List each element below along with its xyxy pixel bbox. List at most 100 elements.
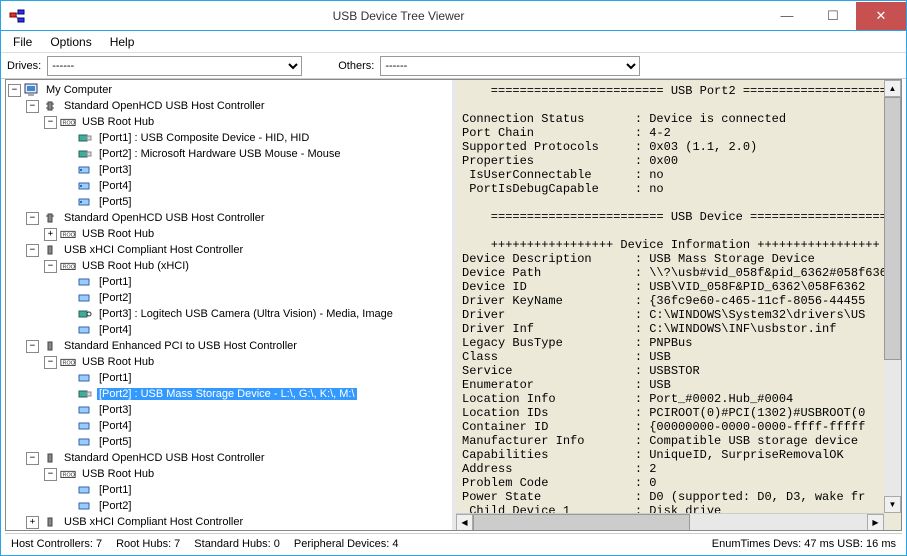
scroll-track[interactable]: [473, 514, 867, 531]
expander-icon[interactable]: −: [26, 100, 39, 113]
expander-icon[interactable]: +: [26, 516, 39, 529]
menu-help[interactable]: Help: [102, 33, 143, 51]
drives-select[interactable]: ------: [47, 56, 302, 76]
tree-hub[interactable]: − ROOT USB Root Hub: [8, 114, 452, 130]
tree-port[interactable]: [Port4]: [8, 178, 452, 194]
tree-port[interactable]: [Port2]: [8, 498, 452, 514]
tree-port[interactable]: [Port3]: [8, 162, 452, 178]
expander-icon[interactable]: −: [26, 212, 39, 225]
host-controller-icon: [41, 211, 59, 225]
tree-host[interactable]: + USB xHCI Compliant Host Controller: [8, 514, 452, 530]
statusbar: Host Controllers: 7 Root Hubs: 7 Standar…: [5, 533, 902, 553]
tree-label: [Port2] : USB Mass Storage Device - L:\,…: [97, 388, 357, 400]
tree-hub[interactable]: + ROOT USB Root Hub: [8, 226, 452, 242]
detail-panel[interactable]: ======================== USB Port2 =====…: [456, 80, 901, 530]
tree-label: USB Root Hub: [80, 116, 156, 128]
horizontal-scrollbar[interactable]: ◀ ▶: [456, 513, 884, 530]
empty-port-icon: [76, 163, 94, 177]
root-hub-icon: ROOT: [59, 259, 77, 273]
tree-hub[interactable]: − ROOT USB Root Hub: [8, 466, 452, 482]
tree-hub[interactable]: − ROOT USB Root Hub (xHCI): [8, 258, 452, 274]
expander-icon[interactable]: −: [26, 340, 39, 353]
close-button[interactable]: ✕: [856, 2, 906, 30]
tree-label: USB Root Hub: [80, 356, 156, 368]
empty-port-icon: [76, 275, 94, 289]
tree-port[interactable]: [Port1]: [8, 274, 452, 290]
window-title: USB Device Tree Viewer: [33, 9, 764, 23]
tree-host[interactable]: − Standard Enhanced PCI to USB Host Cont…: [8, 338, 452, 354]
empty-port-icon: [76, 483, 94, 497]
tree-port[interactable]: [Port4]: [8, 322, 452, 338]
expander-icon[interactable]: −: [44, 356, 57, 369]
tree-label: My Computer: [44, 84, 114, 96]
tree-host[interactable]: − USB xHCI Compliant Host Controller: [8, 242, 452, 258]
expander-icon[interactable]: −: [26, 244, 39, 257]
tree-port[interactable]: [Port1]: [8, 370, 452, 386]
scroll-left-button[interactable]: ◀: [456, 514, 473, 531]
root-hub-icon: ROOT: [59, 467, 77, 481]
vertical-scrollbar[interactable]: ▲ ▼: [884, 80, 901, 513]
empty-port-icon: [76, 371, 94, 385]
drives-label: Drives:: [7, 60, 41, 72]
expander-icon[interactable]: −: [44, 260, 57, 273]
tree-port[interactable]: [Port3]: [8, 402, 452, 418]
expander-icon[interactable]: −: [44, 468, 57, 481]
device-tree[interactable]: − My Computer − Standard OpenHCD USB Hos…: [6, 80, 456, 530]
minimize-button[interactable]: —: [764, 2, 810, 30]
expander-icon[interactable]: −: [44, 116, 57, 129]
tree-root[interactable]: − My Computer: [8, 82, 452, 98]
tree-host[interactable]: − Standard OpenHCD USB Host Controller: [8, 450, 452, 466]
tree-port-selected[interactable]: [Port2] : USB Mass Storage Device - L:\,…: [8, 386, 452, 402]
scroll-thumb[interactable]: [884, 97, 901, 360]
tree-port[interactable]: [Port1]: [8, 482, 452, 498]
tree-label: [Port1] : USB Composite Device - HID, HI…: [97, 132, 311, 144]
svg-text:ROOT: ROOT: [63, 361, 76, 367]
tree-port[interactable]: [Port4]: [8, 418, 452, 434]
host-controller-icon: [41, 339, 59, 353]
empty-port-icon: [76, 403, 94, 417]
tree-port[interactable]: [Port5]: [8, 434, 452, 450]
scroll-thumb[interactable]: [473, 514, 690, 531]
tree-label: [Port1]: [97, 372, 133, 384]
svg-text:ROOT: ROOT: [63, 233, 76, 239]
toolbar: Drives: ------ Others: ------: [1, 53, 906, 79]
tree-port[interactable]: [Port2]: [8, 290, 452, 306]
tree-port[interactable]: [Port2] : Microsoft Hardware USB Mouse -…: [8, 146, 452, 162]
others-select[interactable]: ------: [380, 56, 640, 76]
tree-label: USB Root Hub: [80, 468, 156, 480]
status-root-hubs: Root Hubs: 7: [116, 538, 180, 550]
scroll-track[interactable]: [884, 97, 901, 496]
tree-label: [Port5]: [97, 436, 133, 448]
menu-file[interactable]: File: [5, 33, 40, 51]
empty-port-icon: [76, 179, 94, 193]
tree-label: USB xHCI Compliant Host Controller: [62, 244, 245, 256]
tree-hub[interactable]: − ROOT USB Root Hub: [8, 354, 452, 370]
empty-port-icon: [76, 499, 94, 513]
menu-options[interactable]: Options: [42, 33, 99, 51]
root-hub-icon: ROOT: [59, 115, 77, 129]
empty-port-icon: [76, 435, 94, 449]
maximize-button[interactable]: ☐: [810, 2, 856, 30]
scroll-down-button[interactable]: ▼: [884, 496, 901, 513]
status-standard-hubs: Standard Hubs: 0: [194, 538, 280, 550]
tree-label: Standard Enhanced PCI to USB Host Contro…: [62, 340, 299, 352]
svg-text:ROOT: ROOT: [63, 265, 76, 271]
tree-label: [Port2]: [97, 292, 133, 304]
expander-icon[interactable]: −: [26, 452, 39, 465]
scroll-up-button[interactable]: ▲: [884, 80, 901, 97]
expander-icon[interactable]: −: [8, 84, 21, 97]
scroll-right-button[interactable]: ▶: [867, 514, 884, 531]
tree-port[interactable]: [Port5]: [8, 194, 452, 210]
host-controller-icon: [41, 99, 59, 113]
tree-label: Standard OpenHCD USB Host Controller: [62, 212, 267, 224]
tree-label: [Port5]: [97, 196, 133, 208]
tree-port[interactable]: [Port3] : Logitech USB Camera (Ultra Vis…: [8, 306, 452, 322]
tree-label: [Port4]: [97, 180, 133, 192]
expander-icon[interactable]: +: [44, 228, 57, 241]
empty-port-icon: [76, 291, 94, 305]
titlebar: USB Device Tree Viewer — ☐ ✕: [1, 1, 906, 31]
tree-host[interactable]: − Standard OpenHCD USB Host Controller: [8, 98, 452, 114]
tree-port[interactable]: [Port1] : USB Composite Device - HID, HI…: [8, 130, 452, 146]
menubar: File Options Help: [1, 31, 906, 53]
tree-host[interactable]: − Standard OpenHCD USB Host Controller: [8, 210, 452, 226]
